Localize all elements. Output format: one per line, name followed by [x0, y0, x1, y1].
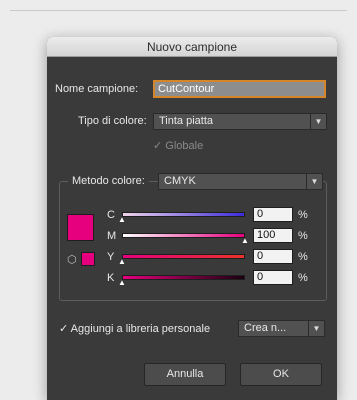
chevron-down-icon: ▼ [308, 321, 324, 336]
chevron-down-icon: ▼ [310, 114, 326, 129]
channel-y: Y ▲ 0 % [60, 249, 328, 266]
color-mode-group: Metodo colore: CMYK ▼ ⬡ C ▲ 0 % M ▲ 100 … [59, 173, 328, 301]
channel-k-slider[interactable] [122, 275, 245, 280]
channel-c-thumb-icon[interactable]: ▲ [118, 216, 126, 224]
global-row: ✓ Globale [47, 137, 337, 155]
color-mode-value: CMYK [164, 175, 196, 187]
color-type-value: Tinta piatta [159, 115, 214, 127]
channel-m-label: M [107, 230, 117, 242]
channel-c-slider[interactable] [122, 212, 245, 217]
swatch-name-label: Nome campione: [55, 83, 139, 95]
add-library-row: ✓ Aggiungi a libreria personale Crea n..… [47, 320, 337, 338]
channel-m-percent: % [298, 230, 308, 242]
library-select-value: Crea n... [244, 322, 287, 334]
channel-y-thumb-icon[interactable]: ▲ [118, 258, 126, 266]
channel-m-thumb-icon[interactable]: ▲ [241, 237, 249, 245]
channel-m-slider[interactable] [122, 233, 245, 238]
check-icon: ✓ [59, 323, 69, 335]
channel-k: K ▲ 0 % [60, 270, 328, 287]
channel-c-percent: % [298, 209, 308, 221]
color-type-select[interactable]: Tinta piatta ▼ [153, 113, 327, 130]
channel-c: C ▲ 0 % [60, 207, 328, 224]
channel-k-thumb-icon[interactable]: ▲ [118, 279, 126, 287]
window-top-line [10, 10, 347, 11]
channel-m: M ▲ 100 % [60, 228, 328, 245]
dialog-title: Nuovo campione [47, 37, 337, 57]
channel-k-value[interactable]: 0 [253, 270, 293, 285]
add-library-label: Aggiungi a libreria personale [70, 323, 211, 335]
color-type-label: Tipo di colore: [78, 115, 147, 127]
channel-y-percent: % [298, 251, 308, 263]
new-swatch-dialog: Nuovo campione Nome campione: Tipo di co… [47, 37, 337, 400]
color-mode-label: Metodo colore: [72, 175, 145, 187]
color-type-row: Tipo di colore: Tinta piatta ▼ [47, 112, 337, 130]
chevron-down-icon: ▼ [306, 174, 322, 189]
channel-y-value[interactable]: 0 [253, 249, 293, 264]
library-select[interactable]: Crea n... ▼ [238, 320, 325, 337]
channel-m-value[interactable]: 100 [253, 228, 293, 243]
swatch-name-row: Nome campione: [47, 80, 337, 98]
swatch-name-input[interactable] [153, 80, 326, 98]
channel-k-percent: % [298, 272, 308, 284]
channel-c-value[interactable]: 0 [253, 207, 293, 222]
global-label: Globale [165, 140, 204, 152]
color-mode-select[interactable]: CMYK ▼ [158, 173, 323, 190]
channel-y-slider[interactable] [122, 254, 245, 259]
color-mode-row: Metodo colore: [68, 173, 149, 190]
global-checkbox[interactable]: ✓ Globale [153, 137, 203, 155]
ok-button[interactable]: OK [240, 363, 322, 386]
cancel-button[interactable]: Annulla [144, 363, 226, 386]
add-library-checkbox[interactable]: ✓ Aggiungi a libreria personale [59, 320, 210, 338]
check-icon: ✓ [153, 140, 163, 152]
